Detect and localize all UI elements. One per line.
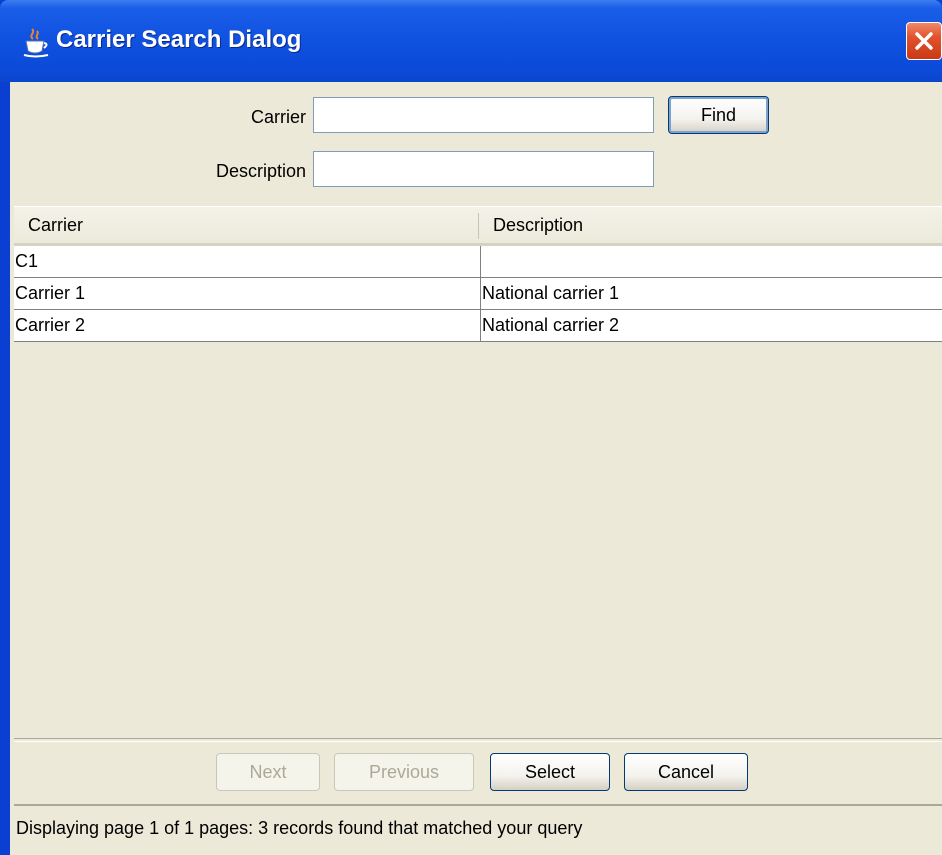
find-button[interactable]: Find bbox=[668, 96, 769, 134]
carrier-input[interactable] bbox=[313, 97, 654, 133]
table-row[interactable]: C1 bbox=[14, 246, 942, 278]
status-bar: Displaying page 1 of 1 pages: 3 records … bbox=[14, 804, 942, 855]
description-input[interactable] bbox=[313, 151, 654, 187]
next-button[interactable]: Next bbox=[216, 753, 320, 791]
search-form: Carrier Find Description bbox=[14, 86, 942, 208]
description-label: Description bbox=[215, 161, 306, 181]
cell-carrier: C1 bbox=[15, 251, 39, 271]
button-bar-divider bbox=[14, 738, 942, 742]
cell-description: National carrier 2 bbox=[480, 310, 942, 341]
table-row[interactable]: Carrier 1 National carrier 1 bbox=[14, 278, 942, 310]
status-text: Displaying page 1 of 1 pages: 3 records … bbox=[16, 818, 583, 838]
column-header-carrier[interactable]: Carrier bbox=[14, 207, 478, 244]
carrier-search-dialog: Carrier Search Dialog Carrier Find Descr… bbox=[0, 0, 942, 855]
previous-button[interactable]: Previous bbox=[334, 753, 474, 791]
dialog-body: Carrier Find Description Carrier Descrip… bbox=[10, 82, 942, 855]
cancel-button[interactable]: Cancel bbox=[624, 753, 748, 791]
cell-description bbox=[480, 246, 942, 277]
results-table[interactable]: Carrier Description C1 Carrier 1 Nationa… bbox=[14, 206, 942, 738]
window-title: Carrier Search Dialog bbox=[56, 26, 302, 53]
close-button[interactable] bbox=[906, 22, 942, 60]
table-row[interactable]: Carrier 2 National carrier 2 bbox=[14, 310, 942, 342]
title-bar[interactable]: Carrier Search Dialog bbox=[0, 0, 942, 82]
column-header-description[interactable]: Description bbox=[479, 207, 942, 244]
cell-carrier: Carrier 2 bbox=[15, 315, 86, 335]
cell-description: National carrier 1 bbox=[480, 278, 942, 309]
java-cup-icon bbox=[22, 27, 50, 59]
carrier-label: Carrier bbox=[250, 107, 306, 127]
table-header: Carrier Description bbox=[14, 206, 942, 246]
cell-carrier: Carrier 1 bbox=[15, 283, 86, 303]
close-icon bbox=[915, 32, 933, 50]
select-button[interactable]: Select bbox=[490, 753, 610, 791]
